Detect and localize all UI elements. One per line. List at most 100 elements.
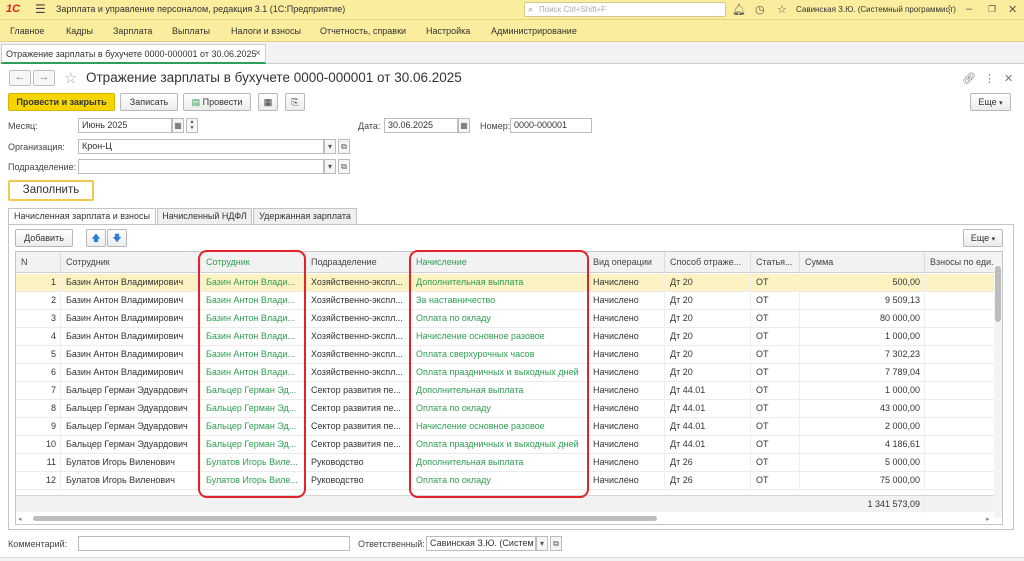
cell-reflection-method[interactable]: Дт 20 (665, 310, 751, 328)
cell-employee[interactable]: Бальцер Герман Эдуардович (61, 382, 201, 400)
cell-article[interactable]: ОТ (751, 400, 800, 418)
organization-dropdown-icon[interactable]: ▾ (324, 139, 336, 154)
move-down-icon[interactable]: 🡇 (107, 229, 127, 247)
responsible-dropdown-icon[interactable]: ▾ (536, 536, 548, 551)
cell-reflection-method[interactable]: Дт 20 (665, 346, 751, 364)
cell-department[interactable]: Хозяйственно-экспл... (306, 328, 411, 346)
cell-operation-type[interactable]: Начислено (588, 328, 665, 346)
cell-employee[interactable]: Базин Антон Владимирович (61, 292, 201, 310)
cell-contributions[interactable] (925, 400, 996, 418)
cell-article[interactable]: ОТ (751, 310, 800, 328)
forward-button[interactable]: → (33, 70, 55, 86)
tab-withheld-salary[interactable]: Удержанная зарплата (253, 208, 357, 225)
cell-department[interactable]: Руководство (306, 472, 411, 490)
window-menu-icon[interactable]: ⋮ (944, 3, 955, 16)
cell-n[interactable]: 6 (16, 364, 61, 382)
cell-n[interactable]: 7 (16, 382, 61, 400)
post-button[interactable]: ▤ Провести (183, 93, 251, 111)
cell-employee[interactable]: Базин Антон Владимирович (61, 328, 201, 346)
cell-contributions[interactable] (925, 310, 996, 328)
menu-hr[interactable]: Кадры (66, 26, 93, 36)
date-field[interactable]: 30.06.2025 (384, 118, 458, 133)
cell-n[interactable]: 12 (16, 472, 61, 490)
cell-n[interactable]: 8 (16, 400, 61, 418)
cell-article[interactable]: ОТ (751, 418, 800, 436)
bell-icon[interactable]: 🔔︎ (732, 3, 746, 16)
cell-operation-type[interactable]: Начислено (588, 454, 665, 472)
cell-n[interactable]: 11 (16, 454, 61, 472)
cell-contributions[interactable] (925, 454, 996, 472)
back-button[interactable]: ← (9, 70, 31, 86)
cell-reflection-method[interactable]: Дт 44.01 (665, 418, 751, 436)
cell-operation-type[interactable]: Начислено (588, 292, 665, 310)
cell-operation-type[interactable]: Начислено (588, 472, 665, 490)
cell-article[interactable]: ОТ (751, 472, 800, 490)
menu-payments[interactable]: Выплаты (172, 26, 210, 36)
cell-employee[interactable]: Бальцер Герман Эдуардович (61, 436, 201, 454)
fill-button[interactable]: Заполнить (8, 180, 94, 201)
department-open-icon[interactable]: ⧉ (338, 159, 350, 174)
table-more-button[interactable]: Еще ▾ (963, 229, 1003, 247)
col-header-article[interactable]: Статья... (751, 252, 800, 273)
comment-field[interactable] (78, 536, 350, 551)
cell-employee[interactable]: Базин Антон Владимирович (61, 274, 201, 292)
cell-article[interactable]: ОТ (751, 346, 800, 364)
cell-contributions[interactable] (925, 382, 996, 400)
cell-article[interactable]: ОТ (751, 454, 800, 472)
cell-contributions[interactable] (925, 418, 996, 436)
open-document-tab[interactable]: Отражение зарплаты в бухучете 0000-00000… (1, 44, 266, 64)
scroll-left-icon[interactable]: ◂ (18, 515, 22, 523)
col-header-operation-type[interactable]: Вид операции (588, 252, 665, 273)
cell-operation-type[interactable]: Начислено (588, 418, 665, 436)
responsible-field[interactable]: Савинская З.Ю. (Систем (426, 536, 536, 551)
main-menu-icon[interactable]: ☰ (35, 2, 46, 16)
cell-operation-type[interactable]: Начислено (588, 274, 665, 292)
menu-administration[interactable]: Администрирование (491, 26, 577, 36)
cell-employee[interactable]: Булатов Игорь Виленович (61, 472, 201, 490)
cell-n[interactable]: 5 (16, 346, 61, 364)
cell-reflection-method[interactable]: Дт 44.01 (665, 436, 751, 454)
col-header-contributions[interactable]: Взносы по еди... (925, 252, 1002, 273)
link-icon[interactable]: 🔗︎ (962, 72, 976, 85)
cell-n[interactable]: 10 (16, 436, 61, 454)
cell-reflection-method[interactable]: Дт 20 (665, 274, 751, 292)
cell-amount[interactable]: 500,00 (800, 274, 925, 292)
restore-icon[interactable]: ❐ (988, 4, 996, 15)
department-field[interactable] (78, 159, 324, 174)
cell-employee[interactable]: Базин Антон Владимирович (61, 310, 201, 328)
cell-employee[interactable]: Базин Антон Владимирович (61, 364, 201, 382)
report-icon[interactable]: ▦ (258, 93, 278, 111)
cell-contributions[interactable] (925, 292, 996, 310)
cell-reflection-method[interactable]: Дт 44.01 (665, 400, 751, 418)
cell-employee[interactable]: Булатов Игорь Виленович (61, 454, 201, 472)
col-header-employee[interactable]: Сотрудник (61, 252, 201, 273)
cell-n[interactable]: 4 (16, 328, 61, 346)
organization-field[interactable]: Крон-Ц (78, 139, 324, 154)
cell-department[interactable]: Хозяйственно-экспл... (306, 292, 411, 310)
cell-amount[interactable]: 1 000,00 (800, 328, 925, 346)
col-header-n[interactable]: N (16, 252, 61, 273)
global-search-input[interactable]: ⌕ Поиск Ctrl+Shift+F (524, 2, 726, 17)
cell-operation-type[interactable]: Начислено (588, 382, 665, 400)
current-user[interactable]: Савинская З.Ю. (Системный программист) (796, 5, 956, 14)
cell-article[interactable]: ОТ (751, 382, 800, 400)
move-up-icon[interactable]: 🡅 (86, 229, 106, 247)
cell-department[interactable]: Сектор развития пе... (306, 418, 411, 436)
cell-employee[interactable]: Базин Антон Владимирович (61, 346, 201, 364)
cell-department[interactable]: Сектор развития пе... (306, 436, 411, 454)
close-tab-icon[interactable]: × (255, 48, 261, 59)
cell-reflection-method[interactable]: Дт 20 (665, 328, 751, 346)
cell-department[interactable]: Хозяйственно-экспл... (306, 274, 411, 292)
menu-taxes[interactable]: Налоги и взносы (231, 26, 301, 36)
form-menu-icon[interactable]: ⋮ (984, 72, 995, 85)
cell-contributions[interactable] (925, 346, 996, 364)
cell-n[interactable]: 1 (16, 274, 61, 292)
number-field[interactable]: 0000-000001 (510, 118, 592, 133)
cell-operation-type[interactable]: Начислено (588, 310, 665, 328)
responsible-open-icon[interactable]: ⧉ (550, 536, 562, 551)
add-row-button[interactable]: Добавить (15, 229, 73, 247)
cell-article[interactable]: ОТ (751, 292, 800, 310)
scroll-right-icon[interactable]: ▸ (986, 515, 990, 523)
horizontal-scrollbar-thumb[interactable] (33, 516, 657, 521)
cell-department[interactable]: Сектор развития пе... (306, 400, 411, 418)
